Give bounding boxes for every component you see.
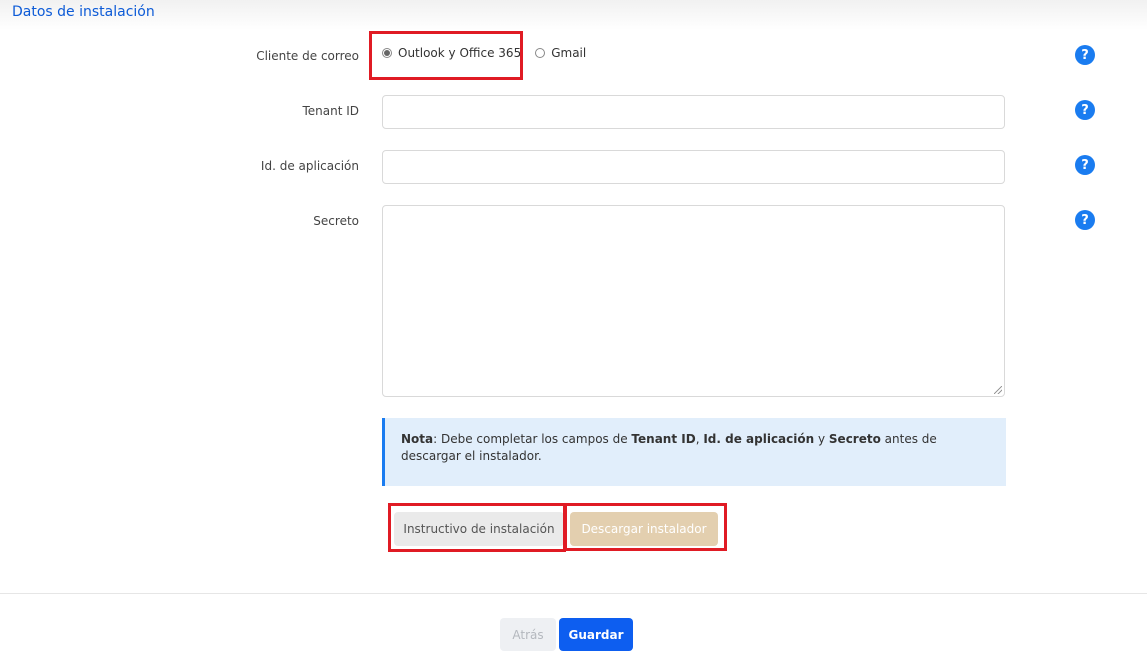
note-sep-2: y <box>814 432 829 446</box>
app-id-label: Id. de aplicación <box>260 159 359 173</box>
note-field-secret: Secreto <box>828 432 881 446</box>
note-prefix: Nota <box>401 432 434 446</box>
note-field-tenant: Tenant ID <box>631 432 696 446</box>
help-icon-secret[interactable]: ? <box>1075 210 1095 230</box>
note-box: Nota: Debe completar los campos de Tenan… <box>382 418 1006 486</box>
help-icon-tenant-id[interactable]: ? <box>1075 100 1095 120</box>
note-text-1: : Debe completar los campos de <box>433 432 632 446</box>
secret-label: Secreto <box>313 214 359 228</box>
section-title: Datos de instalación <box>12 4 155 20</box>
save-button[interactable]: Guardar <box>559 618 633 651</box>
back-button[interactable]: Atrás <box>500 618 556 651</box>
resize-grip-icon[interactable] <box>994 386 1002 394</box>
footer-divider <box>0 593 1147 594</box>
radio-gmail[interactable] <box>535 48 546 58</box>
mail-client-label: Cliente de correo <box>256 49 359 63</box>
radio-option-gmail[interactable]: Gmail <box>535 46 586 60</box>
note-field-app-id: Id. de aplicación <box>703 432 815 446</box>
highlight-box-guide <box>388 503 566 552</box>
highlight-box-download <box>564 503 727 551</box>
highlight-box-outlook <box>369 31 523 80</box>
top-shade <box>0 0 1147 30</box>
help-icon-mail-client[interactable]: ? <box>1075 45 1095 65</box>
tenant-id-input[interactable] <box>382 95 1005 129</box>
radio-gmail-label: Gmail <box>551 46 587 60</box>
help-icon-app-id[interactable]: ? <box>1075 155 1095 175</box>
secret-textarea[interactable] <box>382 205 1005 397</box>
app-id-input[interactable] <box>382 150 1005 184</box>
tenant-id-label: Tenant ID <box>302 104 359 118</box>
